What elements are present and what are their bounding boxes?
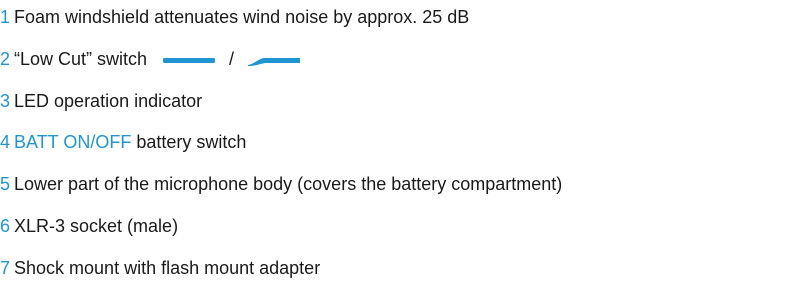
item-text: LED operation indicator [14, 91, 203, 111]
item-number: 2 [0, 49, 11, 69]
separator: / [229, 49, 235, 69]
item-text: “Low Cut” switch [14, 49, 148, 69]
legend-item-xlr-socket: 6 XLR-3 socket (male) [0, 213, 178, 239]
item-number: 7 [0, 258, 11, 278]
switch-flat-icon [163, 54, 216, 66]
switch-lowcut-icon [248, 54, 301, 67]
item-number: 6 [0, 216, 11, 236]
item-number: 3 [0, 91, 11, 111]
item-number: 4 [0, 132, 11, 152]
legend-item-body-lower-part: 5 Lower part of the microphone body (cove… [0, 171, 562, 197]
item-text: Foam windshield attenuates wind noise by… [14, 7, 470, 27]
item-number: 1 [0, 7, 11, 27]
item-text: Lower part of the microphone body (cover… [14, 174, 563, 194]
item-highlight: BATT ON/OFF [14, 132, 132, 152]
item-number: 5 [0, 174, 11, 194]
legend-item-battery-switch: 4 BATT ON/OFF battery switch [0, 129, 246, 155]
item-text: battery switch [136, 132, 247, 152]
item-text: Shock mount with flash mount adapter [14, 258, 321, 278]
legend-item-low-cut-switch: 2 “Low Cut” switch / [0, 46, 301, 72]
item-text: XLR-3 socket (male) [14, 216, 179, 236]
legend-item-led-indicator: 3 LED operation indicator [0, 88, 202, 114]
legend-item-shock-mount: 7 Shock mount with flash mount adapter [0, 255, 320, 281]
legend-item-windshield: 1 Foam windshield attenuates wind noise b… [0, 4, 469, 30]
